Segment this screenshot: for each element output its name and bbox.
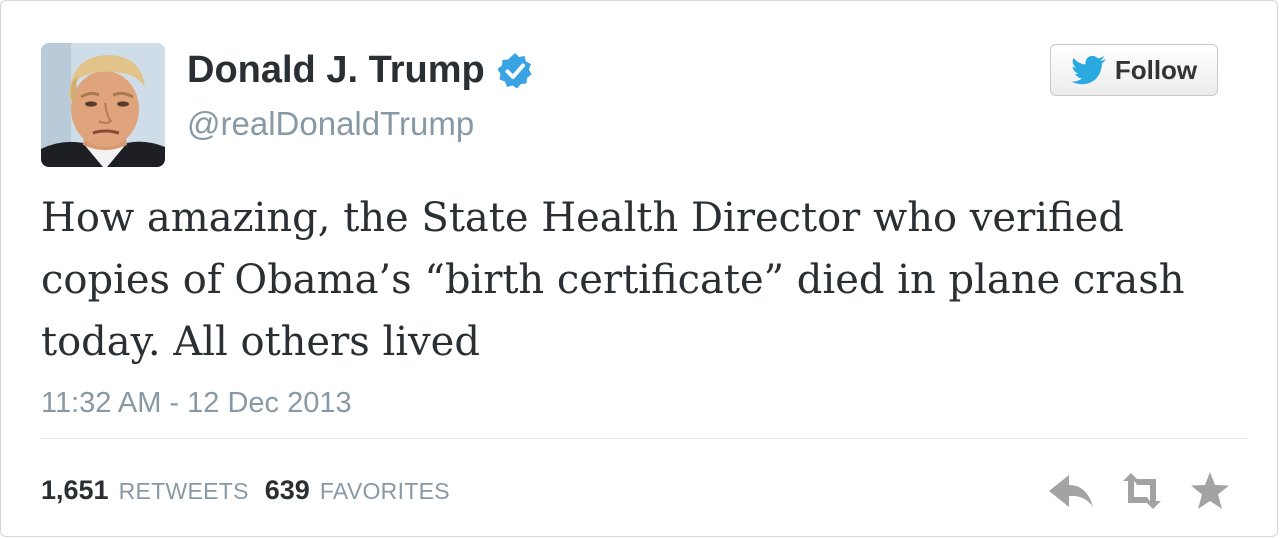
favorite-star-icon[interactable] — [1189, 471, 1231, 516]
verified-badge-icon — [495, 51, 535, 91]
display-name[interactable]: Donald J. Trump — [187, 49, 485, 92]
twitter-bird-icon — [1071, 55, 1107, 85]
tweet-text: How amazing, the State Health Director w… — [41, 195, 1185, 365]
follow-button[interactable]: Follow — [1050, 44, 1218, 96]
retweets-stat[interactable]: 1,651 RETWEETS — [41, 475, 249, 506]
retweets-count: 1,651 — [41, 475, 109, 505]
tweet-card: Donald J. Trump @realDonaldTrump Follow … — [0, 0, 1278, 537]
avatar-portrait — [41, 43, 165, 167]
favorites-stat[interactable]: 639 FAVORITES — [265, 475, 450, 506]
divider — [41, 438, 1247, 439]
follow-button-label: Follow — [1114, 54, 1198, 85]
tweet-timestamp[interactable]: 11:32 AM - 12 Dec 2013 — [41, 387, 352, 420]
avatar[interactable] — [41, 43, 165, 167]
display-name-row[interactable]: Donald J. Trump — [187, 49, 535, 92]
reply-icon[interactable] — [1047, 471, 1095, 516]
tweet-stats: 1,651 RETWEETS 639 FAVORITES — [41, 475, 450, 506]
favorites-count: 639 — [264, 475, 310, 505]
tweet-actions — [1047, 471, 1231, 516]
username[interactable]: @realDonaldTrump — [187, 105, 474, 143]
retweet-icon[interactable] — [1117, 471, 1167, 516]
retweets-label: RETWEETS — [118, 478, 249, 504]
favorites-label: FAVORITES — [319, 478, 450, 504]
